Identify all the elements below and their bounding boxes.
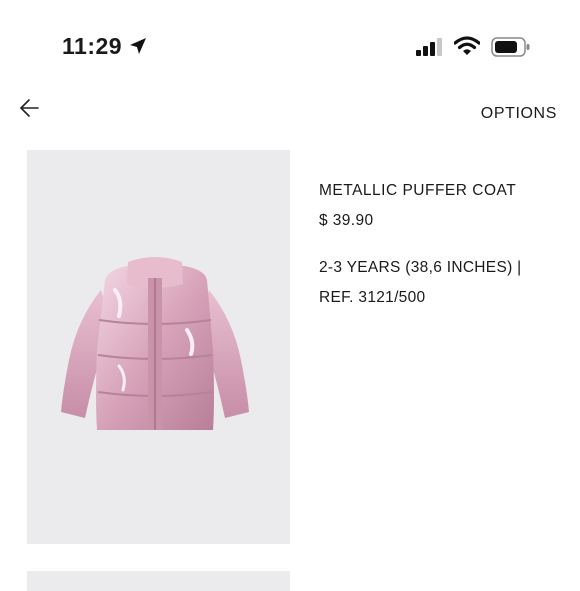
back-button[interactable] xyxy=(18,96,46,120)
product-name: METALLIC PUFFER COAT xyxy=(319,182,517,199)
options-button[interactable]: OPTIONS xyxy=(481,105,557,123)
product-price: $ 39.90 xyxy=(319,212,374,229)
back-arrow-icon xyxy=(19,99,39,117)
puffer-coat-image xyxy=(61,257,249,430)
wifi-icon xyxy=(454,36,480,55)
next-product-image[interactable] xyxy=(27,571,290,591)
location-arrow-icon xyxy=(130,38,146,54)
product-image[interactable] xyxy=(27,150,290,544)
battery-icon xyxy=(491,37,530,57)
product-details: METALLIC PUFFER COAT $ 39.90 2-3 YEARS (… xyxy=(319,181,564,313)
product-reference: REF. 3121/500 xyxy=(319,289,426,306)
status-bar: 11:29 xyxy=(0,0,580,90)
status-time: 11:29 xyxy=(62,33,123,59)
top-nav: OPTIONS xyxy=(0,90,580,140)
cellular-signal-icon xyxy=(416,38,442,56)
product-size: 2-3 YEARS (38,6 INCHES) | xyxy=(319,259,522,276)
